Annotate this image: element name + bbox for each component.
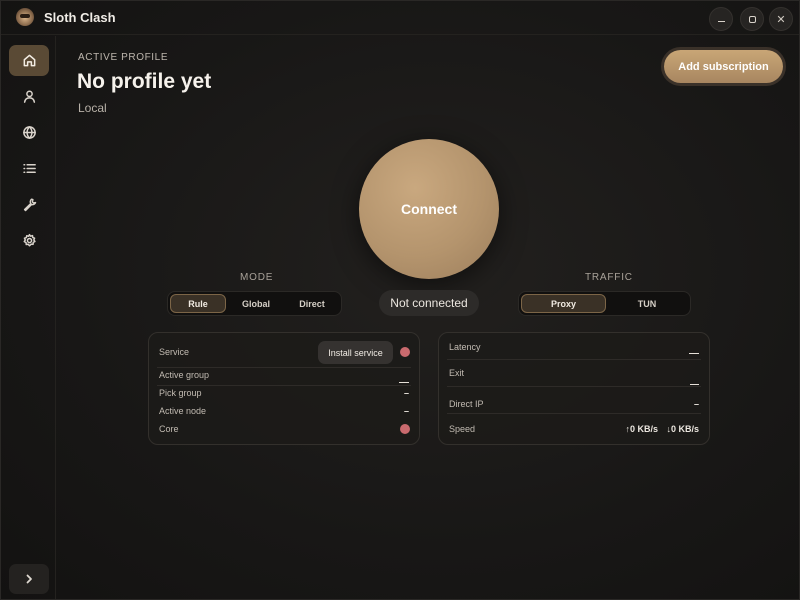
pick-group-label: Pick group <box>159 388 202 398</box>
sidebar-item-proxies[interactable] <box>9 117 49 148</box>
close-icon: ✕ <box>776 13 786 26</box>
gear-icon <box>23 233 36 247</box>
mode-label: MODE <box>240 272 274 283</box>
sidebar <box>1 36 56 599</box>
sidebar-item-profiles[interactable] <box>9 81 49 112</box>
service-status-dot <box>400 347 410 357</box>
traffic-option-proxy[interactable]: Proxy <box>521 294 606 313</box>
minimize-button[interactable] <box>709 7 733 31</box>
direct-ip-value: – <box>693 399 699 409</box>
core-label: Core <box>159 424 179 434</box>
profile-source: Local <box>78 101 107 115</box>
network-info-card: Latency Exit Direct IP – Speed ↑0 KB/s ↓… <box>438 332 710 445</box>
connection-status: Not connected <box>379 290 479 316</box>
direct-ip-label: Direct IP <box>449 399 484 409</box>
speed-up-value: ↑0 KB/s <box>625 424 658 434</box>
add-subscription-button[interactable]: Add subscription <box>664 50 783 83</box>
sidebar-item-connections[interactable] <box>9 153 49 184</box>
mode-option-rule[interactable]: Rule <box>170 294 226 313</box>
active-profile-label: ACTIVE PROFILE <box>78 52 169 63</box>
profile-name: No profile yet <box>77 70 212 93</box>
user-icon <box>23 90 35 103</box>
traffic-selector: Proxy TUN <box>518 291 691 316</box>
app-window: Sloth Clash ✕ ACTIVE PROFILE No profile … <box>0 0 800 600</box>
divider <box>157 385 411 386</box>
service-label: Service <box>159 347 190 357</box>
sidebar-item-home[interactable] <box>9 45 49 76</box>
traffic-option-tun[interactable]: TUN <box>606 294 688 313</box>
sidebar-expand-button[interactable] <box>9 564 49 594</box>
sloth-logo-icon <box>16 8 34 26</box>
connect-button[interactable]: Connect <box>359 139 499 279</box>
home-icon <box>23 54 35 67</box>
list-icon <box>22 164 36 173</box>
globe-icon <box>22 126 36 139</box>
divider <box>157 367 411 368</box>
active-node-value: – <box>403 406 409 416</box>
close-button[interactable]: ✕ <box>769 7 793 31</box>
pick-group-value: – <box>403 388 409 398</box>
install-service-button[interactable]: Install service <box>318 341 393 364</box>
minimize-icon <box>717 21 725 22</box>
maximize-button[interactable] <box>740 7 764 31</box>
latency-label: Latency <box>449 342 481 352</box>
title-bar[interactable]: Sloth Clash ✕ <box>1 1 799 35</box>
active-group-label: Active group <box>159 370 210 380</box>
chevron-right-icon <box>26 574 32 584</box>
latency-value <box>689 346 699 356</box>
wrench-icon <box>23 198 36 212</box>
speed-label: Speed <box>449 424 476 434</box>
sidebar-item-tools[interactable] <box>9 189 49 220</box>
mode-option-global[interactable]: Global <box>228 294 284 313</box>
app-title: Sloth Clash <box>44 10 116 25</box>
mode-option-direct[interactable]: Direct <box>284 294 340 313</box>
exit-label: Exit <box>449 368 465 378</box>
divider <box>447 359 701 360</box>
service-info-card: Service Install service Active group Pic… <box>148 332 420 445</box>
core-status-dot <box>400 424 410 434</box>
divider <box>447 413 701 414</box>
traffic-label: TRAFFIC <box>585 272 633 283</box>
active-group-value <box>399 375 409 385</box>
sidebar-item-settings[interactable] <box>9 225 49 256</box>
divider <box>447 386 701 387</box>
maximize-icon <box>748 15 756 23</box>
mode-selector: Rule Global Direct <box>167 291 342 316</box>
speed-down-value: ↓0 KB/s <box>666 424 699 434</box>
active-node-label: Active node <box>159 406 207 416</box>
